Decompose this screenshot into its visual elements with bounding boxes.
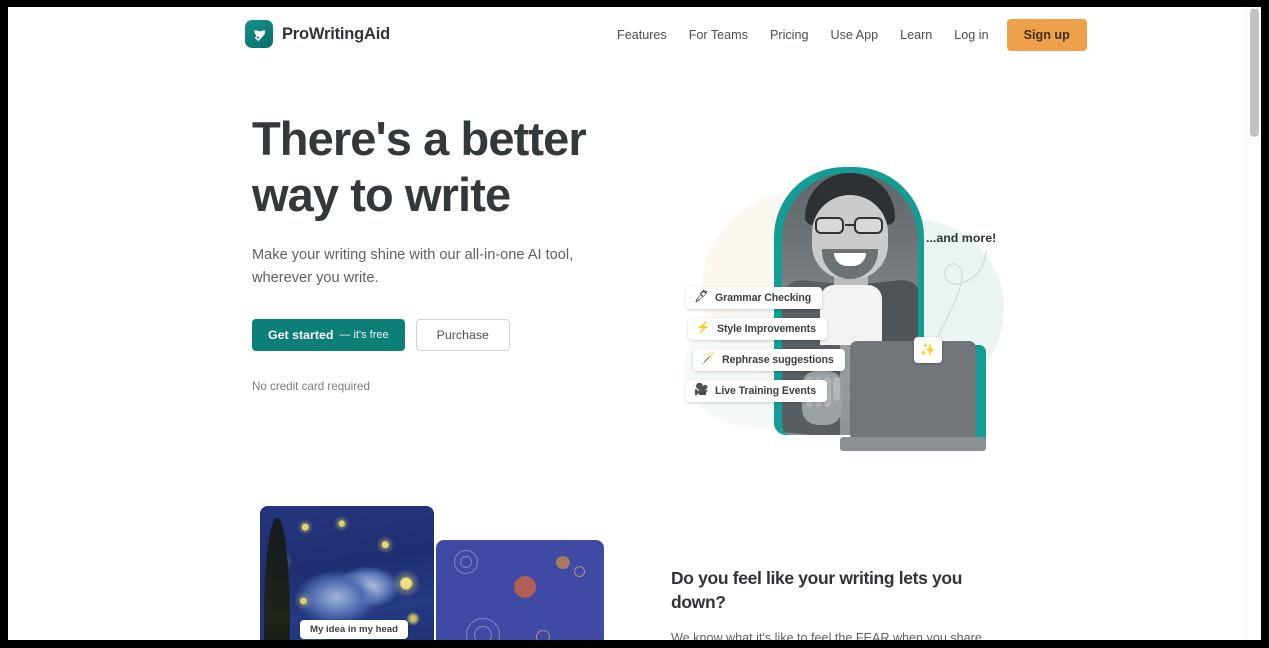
vertical-scrollbar[interactable] [1246,7,1261,640]
sign-up-button[interactable]: Sign up [1006,19,1087,51]
window-chrome-bottom [0,640,1269,648]
glasses-bridge [845,224,854,227]
get-started-free-note: — it's free [339,329,389,341]
glasses-icon [813,217,887,234]
doodle-spiral-inner [474,626,492,640]
nav-use-app[interactable]: Use App [819,7,889,63]
feature-chip-live-training-events: 🎥 Live Training Events [686,380,828,402]
feature-chip-label: Rephrase suggestions [722,354,834,366]
main-navigation: Features For Teams Pricing Use App Learn… [606,7,1087,63]
get-started-button[interactable]: Get started — it's free [252,319,405,351]
sparkle-badge: ✨ [914,337,942,363]
glasses-lens-right [854,217,883,234]
window-chrome-left [0,0,8,648]
starry-night-illustration: My idea in my head [253,503,613,640]
nav-features[interactable]: Features [606,7,678,63]
doodle-spiral-inner [460,556,472,568]
page-viewport: ProWritingAid Features For Teams Pricing… [8,7,1261,640]
feature-chip-label: Live Training Events [715,385,817,397]
nav-learn[interactable]: Learn [889,7,943,63]
feature-chip-style-improvements: ⚡ Style Improvements [688,318,827,340]
feature-chip-grammar-checking: 🖋 Grammar Checking [686,287,823,309]
magic-wand-icon: 🪄 [701,353,716,366]
section-title: Do you feel like your writing lets you d… [671,568,963,612]
glasses-lens-left [815,217,844,234]
nav-for-teams[interactable]: For Teams [678,7,759,63]
hero-copy: There's a better way to write Make your … [252,111,652,393]
hero-title-line-2: way to write [252,168,511,221]
screen: ProWritingAid Features For Teams Pricing… [0,0,1269,648]
sparkle-icon: ✨ [919,342,937,357]
curly-arrow-icon [935,250,987,342]
brand-name: ProWritingAid [282,24,391,43]
hero-section: There's a better way to write Make your … [8,63,1246,503]
doodle-dot-orange [514,576,536,598]
get-started-label: Get started [268,328,334,342]
feature-chip-label: Style Improvements [717,323,816,335]
hero-subtitle: Make your writing shine with our all-in-… [252,247,574,286]
pen-icon: 🖋 [694,291,709,304]
feature-chip-label: Grammar Checking [715,292,812,304]
nav-log-in[interactable]: Log in [943,7,1002,63]
flat-blue-card [436,540,604,640]
hero-illustration: 🖋 Grammar Checking ⚡ Style Improvements … [674,159,1024,459]
hero-cta-group: Get started — it's free Purchase [252,319,652,351]
doodle-dot-tan [556,556,570,569]
video-camera-icon: 🎥 [694,384,709,397]
no-credit-card-note: No credit card required [252,380,370,393]
nav-pricing[interactable]: Pricing [759,7,820,63]
window-chrome-top [0,0,1269,7]
brand-logo[interactable]: ProWritingAid [245,20,390,48]
image-caption-pill: My idea in my head [300,620,408,639]
laptop-base [840,437,986,451]
doodle-ring-tan [574,566,585,577]
section-body: We know what it's like to feel the FEAR … [671,631,982,640]
scrollbar-thumb[interactable] [1250,9,1259,137]
site-header: ProWritingAid Features For Teams Pricing… [8,7,1246,63]
feature-chip-list: 🖋 Grammar Checking ⚡ Style Improvements … [686,287,846,411]
and-more-label: ...and more! [926,231,997,245]
section-copy: Do you feel like your writing lets you d… [671,566,1016,640]
lightning-bolt-icon: ⚡ [696,322,711,335]
hero-title-line-1: There's a better [252,112,587,165]
prowritingaid-logo-icon [245,20,273,48]
writing-lets-you-down-section: My idea in my head Do you feel like your… [8,503,1246,640]
laptop-screen [850,341,976,441]
purchase-button[interactable]: Purchase [415,319,510,351]
page-title: There's a better way to write [252,111,652,223]
doodle-circle [536,630,550,640]
feature-chip-rephrase-suggestions: 🪄 Rephrase suggestions [693,349,845,371]
